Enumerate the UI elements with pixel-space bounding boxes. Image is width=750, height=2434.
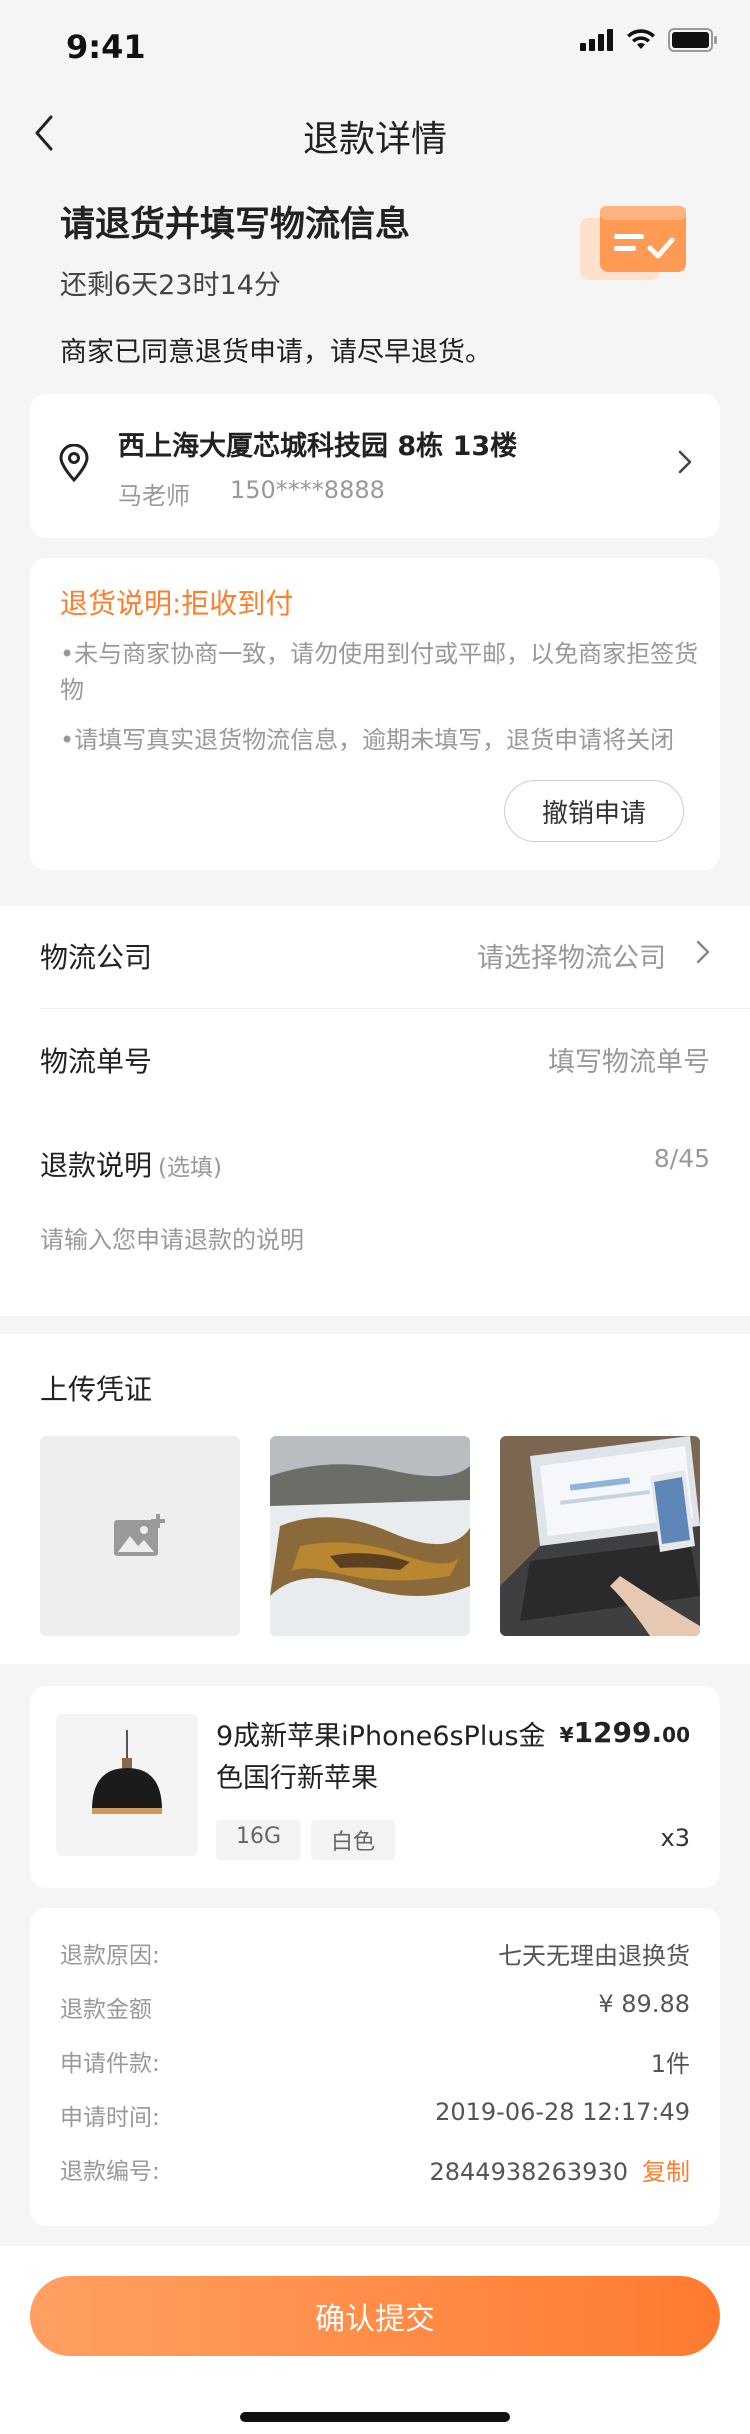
proof-photo-laptop[interactable] (500, 1436, 700, 1636)
chevron-right-icon (696, 940, 710, 964)
refund-desc-label: 退款说明 (选填) (40, 1144, 222, 1184)
cancel-request-button[interactable]: 撤销申请 (504, 780, 684, 842)
char-counter: 8/45 (653, 1144, 710, 1173)
tracking-number-input[interactable]: 填写物流单号 (548, 1040, 710, 1079)
proof-photo-landscape[interactable] (270, 1436, 470, 1636)
card-check-icon (580, 206, 686, 280)
notice-bullet: •未与商家协商一致，请勿使用到付或平邮，以免商家拒签货物 (60, 640, 699, 704)
contact-phone: 150****8888 (230, 476, 385, 504)
info-label: 退款编号: (60, 2159, 160, 2185)
return-notice-card: 退货说明:拒收到付 •未与商家协商一致，请勿使用到付或平邮，以免商家拒签货物 •… (30, 558, 720, 870)
upload-proof-section: 上传凭证 (0, 1334, 750, 1664)
merchant-note: 商家已同意退货申请，请尽早退货。 (60, 337, 492, 368)
notice-bullet: •请填写真实退货物流信息，逾期未填写，退货申请将关闭 (60, 726, 675, 754)
address-contact: 马老师 150****8888 (118, 476, 385, 511)
optional-hint: (选填) (158, 1155, 222, 1181)
product-image (56, 1714, 198, 1856)
logistics-company-row[interactable]: 物流公司 请选择物流公司 (40, 906, 710, 1006)
product-quantity: x3 (660, 1824, 690, 1852)
wifi-icon (627, 29, 655, 49)
info-value: ¥ 89.88 (598, 1990, 690, 2018)
info-row-count: 申请件款: 1件 (60, 2044, 690, 2084)
refund-desc-input[interactable]: 请输入您申请退款的说明 (40, 1220, 304, 1255)
refund-id-text: 2844938263930 (429, 2158, 628, 2186)
info-row-amount: 退款金额 ¥ 89.88 (60, 1990, 690, 2030)
refund-id-value: 2844938263930 复制 (429, 2152, 690, 2187)
product-specs: 16G 白色 (216, 1820, 396, 1860)
chevron-right-icon (678, 450, 692, 474)
copy-button[interactable]: 复制 (642, 2158, 690, 2186)
home-indicator (240, 2412, 510, 2422)
spec-tag: 白色 (311, 1820, 396, 1860)
refund-status-header: 请退货并填写物流信息 还剩6天23时14分 (60, 196, 700, 302)
page-title: 退款详情 (302, 119, 447, 160)
logistics-form: 物流公司 请选择物流公司 物流单号 填写物流单号 退款说明 (选填) 8/45 请… (0, 906, 750, 1316)
product-card[interactable]: 9成新苹果iPhone6sPlus金色国行新苹果 ¥1299.00 16G 白色… (30, 1686, 720, 1888)
tracking-number-label: 物流单号 (40, 1045, 153, 1078)
info-label: 退款原因: (60, 1943, 160, 1969)
info-row-refund-id: 退款编号: 2844938263930 复制 (60, 2152, 690, 2192)
price-decimal: 00 (662, 1723, 690, 1747)
info-label: 申请件款: (60, 2051, 160, 2077)
divider (40, 1008, 750, 1009)
address-line: 西上海大厦芯城科技园 8栋 13楼 (118, 431, 518, 462)
submit-button[interactable]: 确认提交 (30, 2276, 720, 2356)
notice-title: 退货说明:拒收到付 (60, 587, 294, 620)
logistics-company-select[interactable]: 请选择物流公司 (477, 936, 666, 975)
add-photo-button[interactable] (40, 1436, 240, 1636)
landscape-photo (270, 1436, 470, 1636)
info-row-time: 申请时间: 2019-06-28 12:17:49 (60, 2098, 690, 2138)
refund-desc-label-text: 退款说明 (40, 1149, 153, 1182)
add-image-icon (114, 1514, 165, 1556)
info-value: 1件 (650, 2050, 690, 2078)
price-currency: ¥ (559, 1723, 574, 1747)
contact-name: 马老师 (118, 482, 190, 510)
bottom-action-bar: 确认提交 (0, 2246, 750, 2434)
status-icons (580, 28, 718, 52)
info-value: 七天无理由退换货 (498, 1942, 690, 1970)
location-pin-icon (59, 444, 89, 482)
signal-icon (580, 29, 613, 51)
status-time: 9:41 (66, 28, 146, 66)
info-row-reason: 退款原因: 七天无理由退换货 (60, 1936, 690, 1976)
refund-info-card: 退款原因: 七天无理由退换货 退款金额 ¥ 89.88 申请件款: 1件 申请时… (30, 1908, 720, 2226)
price-main: 1299. (573, 1716, 663, 1749)
nav-bar: 退款详情 (0, 90, 750, 176)
logistics-company-label: 物流公司 (40, 941, 153, 974)
battery-icon (668, 28, 717, 52)
return-address-card[interactable]: 西上海大厦芯城科技园 8栋 13楼 马老师 150****8888 (30, 394, 720, 538)
info-value: 2019-06-28 12:17:49 (435, 2098, 690, 2126)
upload-title: 上传凭证 (40, 1373, 153, 1406)
pendant-lamp-image (92, 1730, 162, 1814)
product-price: ¥1299.00 (560, 1716, 690, 1749)
tracking-number-row[interactable]: 物流单号 填写物流单号 (40, 1010, 710, 1110)
refund-desc-row: 退款说明 (选填) 8/45 (40, 1114, 710, 1214)
status-bar: 9:41 (0, 0, 750, 90)
product-title: 9成新苹果iPhone6sPlus金色国行新苹果 (216, 1721, 546, 1794)
info-label: 退款金额 (60, 1997, 152, 2023)
spec-tag: 16G (216, 1820, 302, 1860)
info-label: 申请时间: (60, 2105, 160, 2131)
laptop-photo (500, 1436, 700, 1636)
